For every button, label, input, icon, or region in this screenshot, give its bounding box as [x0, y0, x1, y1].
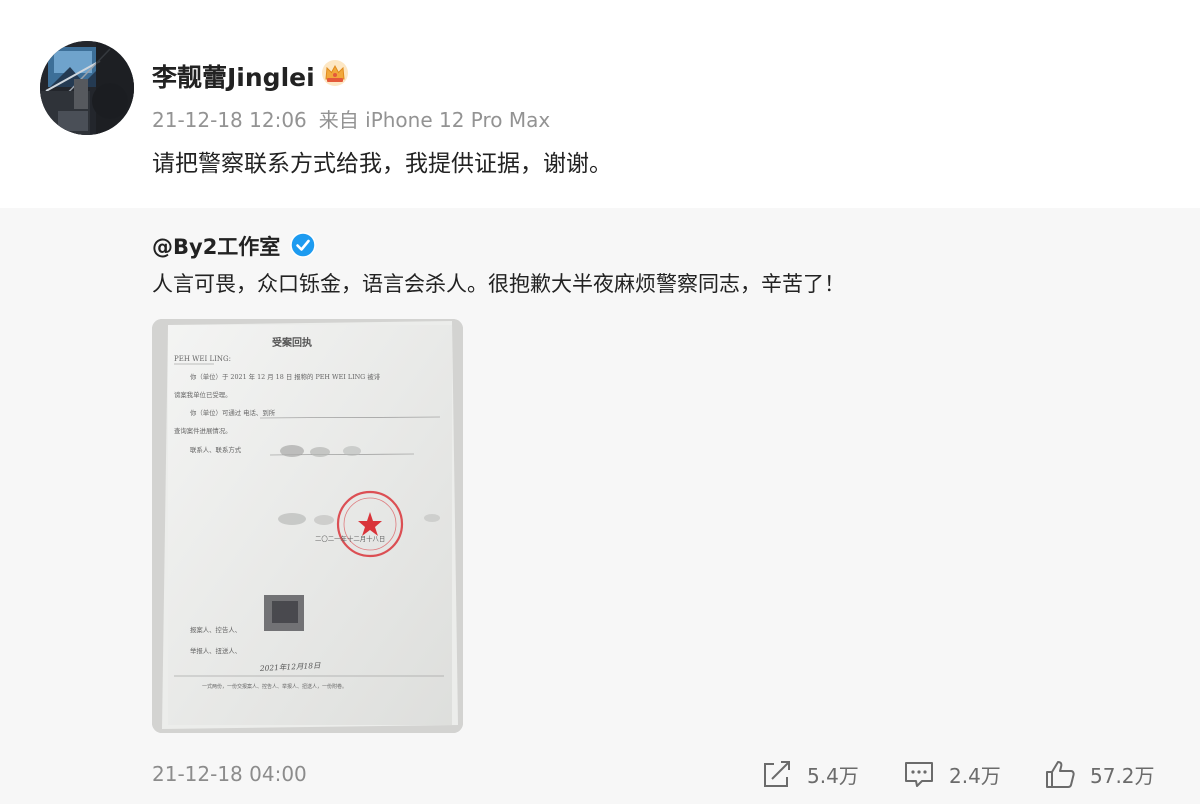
original-post: 李靓蕾Jinglei 21-12-18 12:06 来自 iPhone 12 Pr…: [0, 0, 1200, 208]
thumbs-up-icon: [1046, 761, 1075, 788]
share-icon: [764, 761, 790, 787]
post-text: 请把警察联系方式给我，我提供证据，谢谢。: [152, 151, 612, 177]
doc-line-5: 联系人、联系方式: [190, 445, 242, 454]
share-count: 5.4万: [807, 763, 859, 788]
like-button[interactable]: 57.2万: [1044, 758, 1155, 790]
doc-name: PEH WEI LING:: [174, 355, 231, 363]
doc-line-4: 查询案件进展情况。: [174, 426, 232, 435]
avatar[interactable]: [40, 41, 134, 135]
repost-time[interactable]: 21-12-18 04:00: [152, 762, 307, 786]
comment-icon: [905, 762, 933, 787]
doc-sig-1: 报案人、控告人、: [190, 625, 241, 634]
comment-button[interactable]: 2.4万: [903, 758, 1001, 790]
post-source: 来自 iPhone 12 Pro Max: [318, 108, 551, 132]
username[interactable]: 李靓蕾Jinglei: [152, 58, 315, 94]
post-time[interactable]: 21-12-18 12:06: [152, 108, 307, 132]
repost-image[interactable]: 受案回执 PEH WEI LING: 你（单位）于 2021 年 12 月 18…: [152, 319, 463, 733]
doc-line-3: 你（单位）可通过 电话、到所: [190, 408, 276, 417]
post-meta: 21-12-18 12:06 来自 iPhone 12 Pro Max: [152, 104, 550, 133]
doc-footer: 一式两份，一份交报案人、控告人、举报人、扭送人，一份附卷。: [202, 683, 347, 690]
verified-icon: [290, 232, 316, 258]
doc-date-line: 二〇二一年十二月十八日: [315, 534, 385, 543]
repost-author[interactable]: @By2工作室: [152, 231, 280, 261]
share-button[interactable]: 5.4万: [761, 758, 859, 790]
comment-count: 2.4万: [949, 763, 1001, 788]
doc-sig-2: 举报人、扭送人、: [190, 646, 241, 655]
repost-text: 人言可畏，众口铄金，语言会杀人。很抱歉大半夜麻烦警察同志，辛苦了！: [152, 272, 845, 296]
crown-icon: [322, 60, 348, 86]
doc-line-1: 你（单位）于 2021 年 12 月 18 日 报称的 PEH WEI LING…: [190, 372, 381, 381]
doc-title: 受案回执: [272, 336, 312, 349]
like-count: 57.2万: [1090, 763, 1155, 788]
doc-line-2: 谤案我单位已受理。: [174, 390, 232, 399]
